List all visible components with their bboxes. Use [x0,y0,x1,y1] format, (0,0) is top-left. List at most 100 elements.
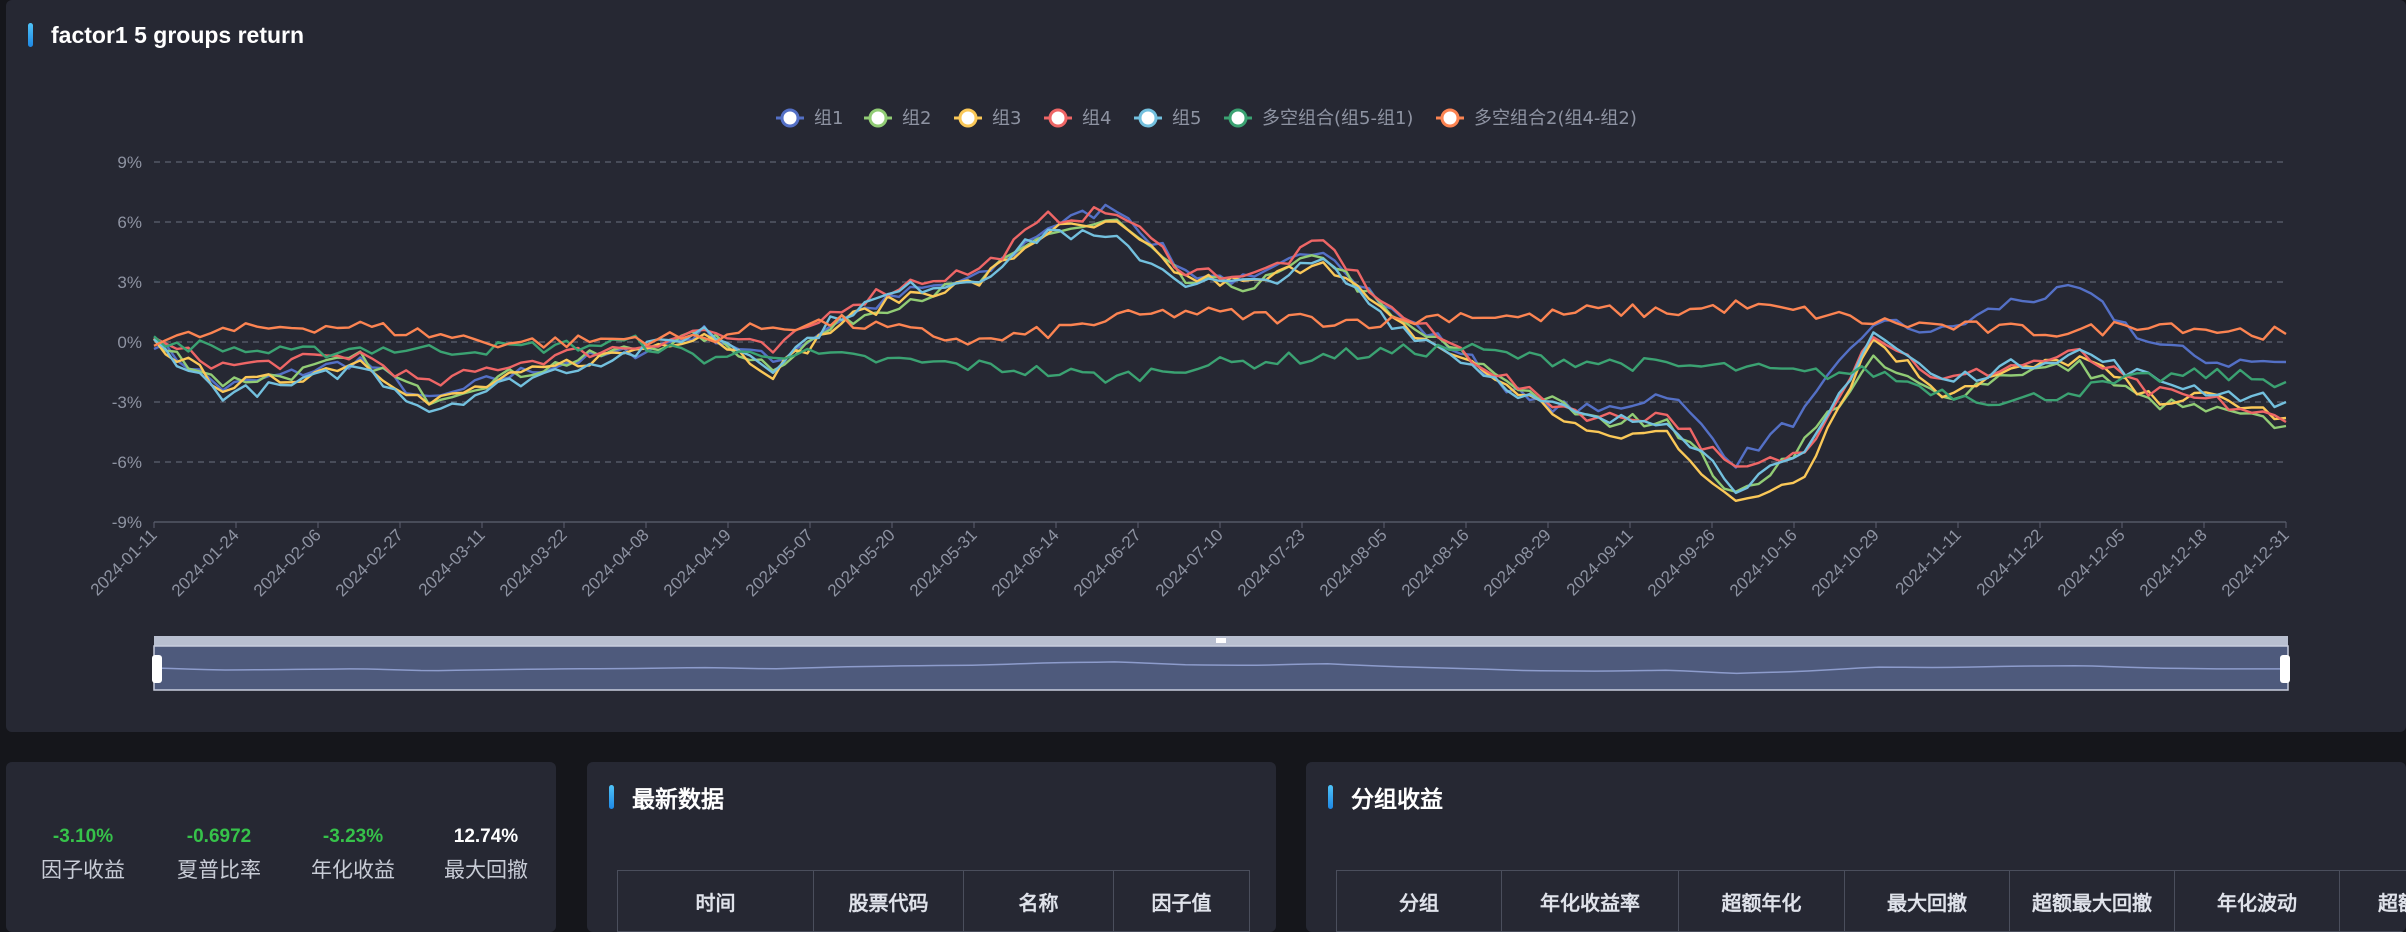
zoom-handle-left[interactable] [152,655,162,683]
group-returns-header: 分组收益 [1328,782,1443,812]
column-header-excess-annual[interactable]: 超额年化 [1679,871,1845,932]
column-header-name[interactable]: 名称 [964,871,1114,932]
legend-item[interactable]: 组5 [1134,108,1201,129]
x-tick-label: 2024-01-11 [87,525,161,599]
zoom-window[interactable] [154,646,2288,690]
legend-marker [1230,110,1246,126]
legend-marker [1442,110,1458,126]
legend-marker [1140,110,1156,126]
stat-factor-return: -3.10% 因子收益 [18,826,148,884]
x-tick-label: 2024-06-14 [988,525,1063,600]
column-header-annual-volatility[interactable]: 年化波动 [2175,871,2340,932]
x-tick-label: 2024-11-11 [1892,525,1965,598]
x-tick-label: 2024-08-29 [1480,525,1555,600]
legend-label: 组4 [1082,108,1111,129]
stat-annual-return: -3.23% 年化收益 [288,826,418,884]
stat-label: 年化收益 [288,854,418,884]
x-tick-label: 2024-10-29 [1808,525,1883,600]
legend-item[interactable]: 多空组合(组5-组1) [1224,108,1413,129]
column-header-group[interactable]: 分组 [1337,871,1502,932]
x-tick-label: 2024-03-22 [496,525,571,600]
x-tick-label: 2024-05-31 [906,525,981,600]
x-tick-label: 2024-10-16 [1726,525,1801,600]
y-axis: 9% 6% 3% 0% -3% -6% -9% [112,153,142,532]
x-tick-label: 2024-08-16 [1398,525,1473,600]
zoom-move-handle[interactable] [1216,638,1226,643]
chart-legend[interactable]: 组1 组2 组3 组4 组5 多空组合(组5-组1) 多空组合2(组4-组2) [776,108,1637,129]
legend-item[interactable]: 组2 [864,108,931,129]
legend-label: 多空组合(组5-组1) [1262,108,1413,129]
stat-label: 最大回撤 [421,854,551,884]
x-tick-label: 2024-04-08 [578,525,653,600]
group-returns-title: 分组收益 [1351,780,1443,814]
series-line [154,205,2286,468]
x-tick-label: 2024-05-20 [824,525,899,600]
x-tick-label: 2024-12-31 [2218,525,2293,600]
legend-marker [782,110,798,126]
legend-label: 多空组合2(组4-组2) [1474,108,1637,129]
data-zoom-slider[interactable] [152,636,2290,690]
x-tick-label: 2024-08-05 [1316,525,1391,600]
legend-label: 组5 [1172,108,1201,129]
title-accent-bar [609,785,614,809]
series-line [154,220,2286,492]
y-tick-label: 6% [117,213,142,232]
latest-data-table: 时间 股票代码 名称 因子值 [617,870,1250,932]
chart-grid [154,162,2286,522]
legend-marker [870,110,886,126]
stat-sharpe-ratio: -0.6972 夏普比率 [154,826,284,884]
stat-value: 12.74% [421,826,551,848]
column-header-time[interactable]: 时间 [618,871,814,932]
latest-data-panel: 最新数据 时间 股票代码 名称 因子值 [587,762,1276,932]
y-tick-label: -3% [112,393,142,412]
y-tick-label: 3% [117,273,142,292]
group-returns-table: 分组 年化收益率 超额年化 最大回撤 超额最大回撤 年化波动 超额 [1336,870,2406,932]
series-line [154,222,2286,501]
x-tick-label: 2024-06-27 [1070,525,1145,600]
x-tick-label: 2024-04-19 [660,525,735,600]
line-chart: 组1 组2 组3 组4 组5 多空组合(组5-组1) 多空组合2(组4-组2) 9% 6% 3%… [6,0,2406,732]
title-accent-bar [1328,785,1333,809]
x-tick-label: 2024-11-22 [1973,525,2047,599]
group-returns-panel: 分组收益 分组 年化收益率 超额年化 最大回撤 超额最大回撤 年化波动 超额 [1306,762,2406,932]
x-tick-label: 2024-12-05 [2054,525,2129,600]
legend-label: 组1 [814,108,843,129]
legend-item[interactable]: 组1 [776,108,843,129]
column-header-stock-code[interactable]: 股票代码 [814,871,964,932]
latest-data-header: 最新数据 [609,782,724,812]
legend-label: 组3 [992,108,1021,129]
y-tick-label: -9% [112,513,142,532]
stat-value: -3.23% [288,826,418,848]
x-tick-label: 2024-07-10 [1152,525,1227,600]
legend-label: 组2 [902,108,931,129]
zoom-handle-right[interactable] [2280,655,2290,683]
column-header-annual-return[interactable]: 年化收益率 [1502,871,1679,932]
y-tick-label: 9% [117,153,142,172]
column-header-excess-max-drawdown[interactable]: 超额最大回撤 [2010,871,2175,932]
chart-panel: factor1 5 groups return 组1组2组3组4组5多空组合(组… [6,0,2406,732]
x-tick-label: 2024-09-26 [1644,525,1719,600]
legend-item[interactable]: 组4 [1044,108,1111,129]
column-header-factor-value[interactable]: 因子值 [1114,871,1250,932]
stat-value: -3.10% [18,826,148,848]
legend-item[interactable]: 多空组合2(组4-组2) [1436,108,1637,129]
column-header-max-drawdown[interactable]: 最大回撤 [1845,871,2010,932]
x-tick-label: 2024-12-18 [2136,525,2211,600]
table-header-row: 时间 股票代码 名称 因子值 [618,871,1250,932]
y-tick-label: -6% [112,453,142,472]
column-header-excess[interactable]: 超额 [2340,871,2406,932]
stat-value: -0.6972 [154,826,284,848]
x-tick-label: 2024-02-06 [250,525,325,600]
x-axis: 2024-01-112024-01-242024-02-062024-02-27… [87,522,2293,600]
legend-item[interactable]: 组3 [954,108,1021,129]
series-line [154,207,2286,466]
legend-marker [1050,110,1066,126]
x-tick-label: 2024-07-23 [1234,525,1309,600]
latest-data-title: 最新数据 [632,780,724,814]
x-tick-label: 2024-02-27 [332,525,407,600]
legend-marker [960,110,976,126]
x-tick-label: 2024-01-24 [168,525,243,600]
y-tick-label: 0% [117,333,142,352]
x-tick-label: 2024-03-11 [415,525,489,599]
chart-series [154,205,2286,501]
